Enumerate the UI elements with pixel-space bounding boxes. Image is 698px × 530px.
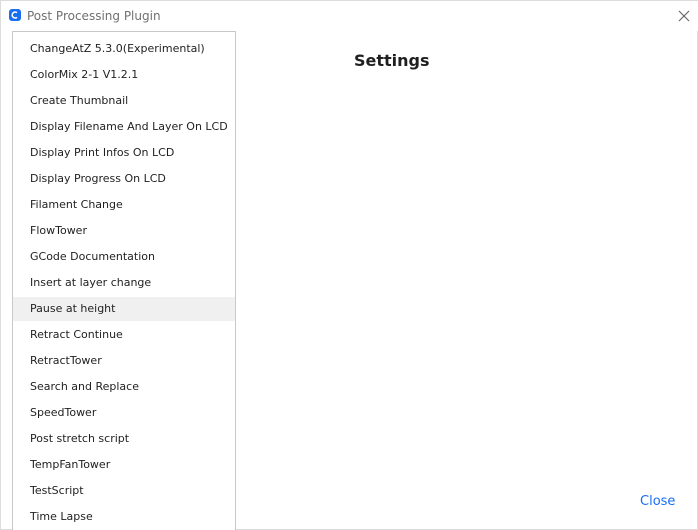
list-item[interactable]: Time Lapse [13, 505, 235, 529]
close-button[interactable]: Close [640, 494, 675, 510]
list-item[interactable]: Display Filename And Layer On LCD [13, 115, 235, 139]
list-item[interactable]: Insert at layer change [13, 271, 235, 295]
list-item[interactable]: Search and Replace [13, 375, 235, 399]
list-item[interactable]: ChangeAtZ 5.3.0(Experimental) [13, 37, 235, 61]
list-item[interactable]: RetractTower [13, 349, 235, 373]
list-item[interactable]: Display Print Infos On LCD [13, 141, 235, 165]
close-icon[interactable] [677, 8, 691, 22]
title-bar: Post Processing Plugin [1, 1, 698, 31]
list-item[interactable]: TestScript [13, 479, 235, 503]
list-item[interactable]: ColorMix 2-1 V1.2.1 [13, 63, 235, 87]
list-item[interactable]: Pause at height [13, 297, 235, 321]
list-item[interactable]: FlowTower [13, 219, 235, 243]
post-processing-dialog: Post Processing Plugin ChangeAtZ 5.3.0(E… [0, 0, 698, 530]
list-item[interactable]: Filament Change [13, 193, 235, 217]
settings-heading: Settings [354, 51, 430, 70]
list-item[interactable]: SpeedTower [13, 401, 235, 425]
list-item[interactable]: Post stretch script [13, 427, 235, 451]
script-list[interactable]: ChangeAtZ 5.3.0(Experimental) ColorMix 2-… [12, 31, 236, 530]
list-item[interactable]: GCode Documentation [13, 245, 235, 269]
window-title: Post Processing Plugin [27, 9, 161, 23]
cura-logo-icon [9, 9, 21, 21]
list-item[interactable]: Retract Continue [13, 323, 235, 347]
list-item[interactable]: TempFanTower [13, 453, 235, 477]
list-item[interactable]: Create Thumbnail [13, 89, 235, 113]
list-item[interactable]: Display Progress On LCD [13, 167, 235, 191]
